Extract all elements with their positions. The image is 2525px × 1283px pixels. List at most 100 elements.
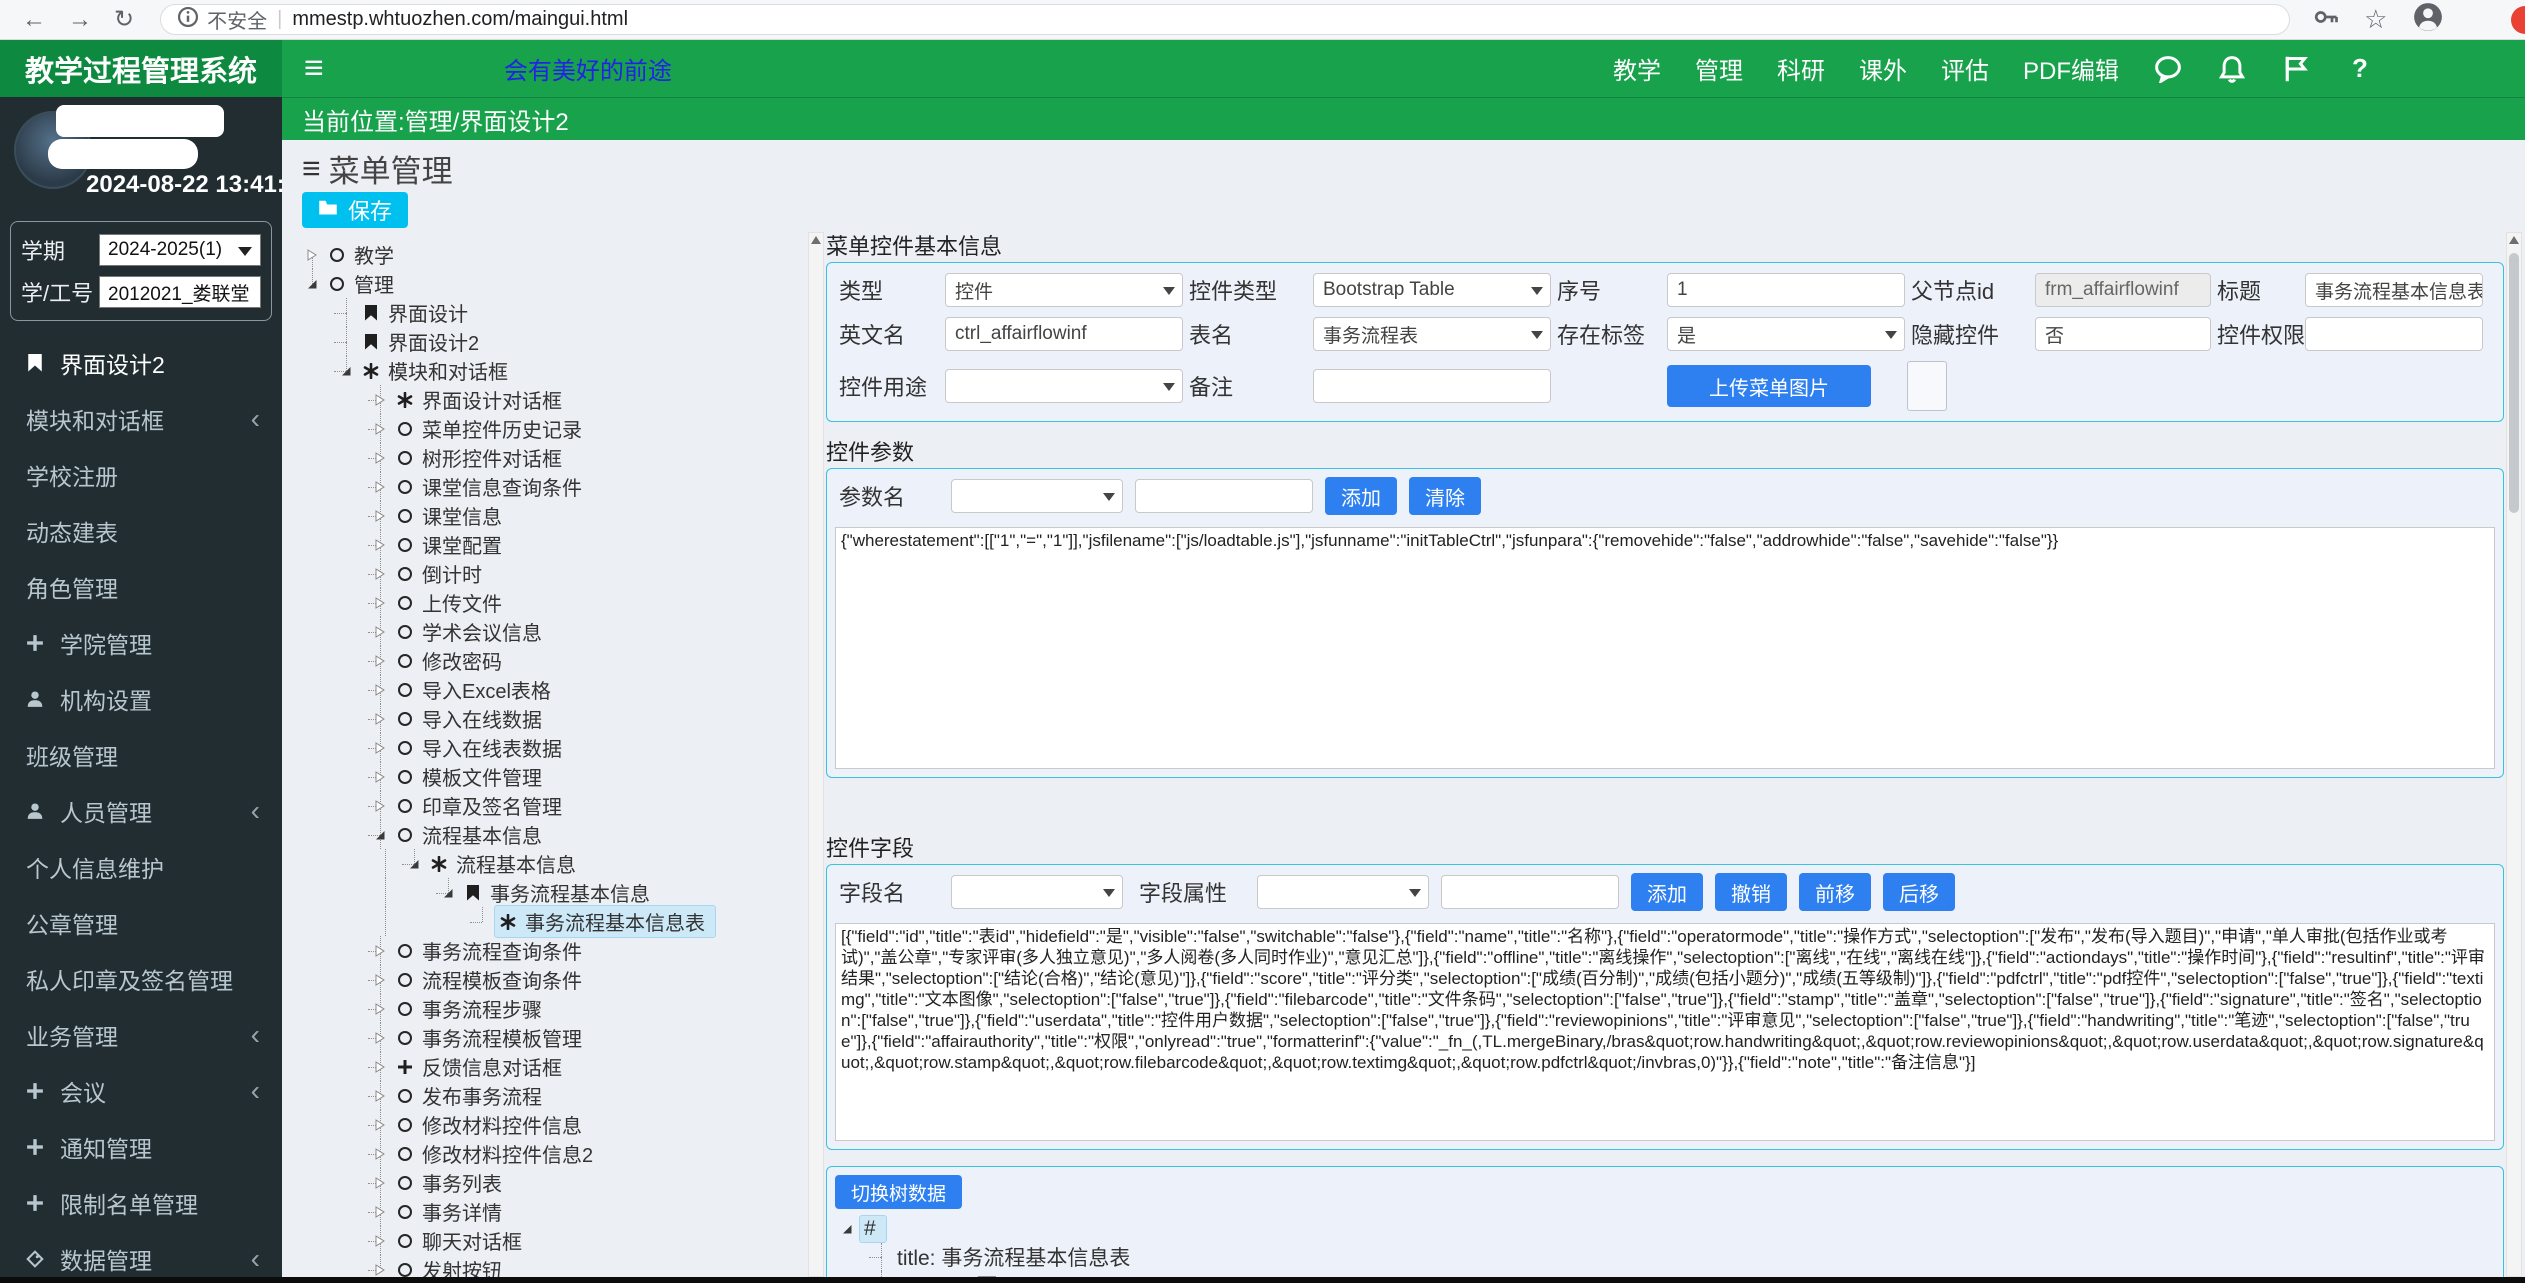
tree-node[interactable]: 修改材料控件信息 [300,1110,808,1139]
sidebar-item-界面设计2[interactable]: 界面设计2 [0,335,282,391]
expand-icon[interactable] [368,675,392,704]
tree-node[interactable]: 聊天对话框 [300,1226,808,1255]
sidebar-item-机构设置[interactable]: 机构设置 [0,671,282,727]
tree-node[interactable]: 事务列表 [300,1168,808,1197]
tree-node[interactable]: title: 事务流程基本信息表 [835,1243,2495,1271]
sidebar-item-角色管理[interactable]: 角色管理 [0,559,282,615]
save-button[interactable]: 保存 [302,192,408,228]
input-序号[interactable]: 1 [1667,273,1905,307]
expand-icon[interactable] [368,1139,392,1168]
scroll-up-icon[interactable] [811,236,821,244]
tree-node[interactable]: 教学 [300,240,808,269]
upload-menu-image-button[interactable]: 上传菜单图片 [1667,365,1871,407]
input-父节点id[interactable]: frm_affairflowinf [2035,273,2211,307]
bookmark-star-icon[interactable]: ☆ [2364,4,2387,35]
help-icon[interactable]: ? [2345,54,2375,84]
info-icon[interactable] [177,6,199,33]
sidebar-item-限制名单管理[interactable]: 限制名单管理 [0,1175,282,1231]
select-控件类型[interactable]: Bootstrap Table [1313,273,1551,307]
tree-node-inner[interactable]: 发射按钮 [392,1254,510,1277]
field-value-input[interactable] [1441,875,1619,909]
tree-node-inner[interactable]: 事务流程基本信息 [460,877,658,908]
后移-button[interactable]: 后移 [1883,873,1955,911]
sidebar-item-学校注册[interactable]: 学校注册 [0,447,282,503]
前移-button[interactable]: 前移 [1799,873,1871,911]
tree-node[interactable]: 倒计时 [300,559,808,588]
tree-node-selected[interactable]: 事务流程基本信息表 [494,905,716,938]
tree-node[interactable]: 管理 [300,269,808,298]
tree-node[interactable]: 事务流程查询条件 [300,936,808,965]
expand-icon[interactable] [368,588,392,617]
tree-node[interactable]: 导入在线表数据 [300,733,808,762]
param-name-select[interactable] [951,479,1123,513]
collapse-icon[interactable] [402,849,426,878]
tree-node[interactable]: 事务流程基本信息 [300,878,808,907]
tree-node-inner[interactable]: 课堂信息查询条件 [392,471,590,502]
expand-icon[interactable] [368,791,392,820]
expand-icon[interactable] [368,1081,392,1110]
expand-icon[interactable] [368,443,392,472]
expand-icon[interactable] [368,1110,392,1139]
tree-node[interactable]: 修改材料控件信息2 [300,1139,808,1168]
tree-node[interactable]: 印章及签名管理 [300,791,808,820]
tree-node-inner[interactable]: 教学 [324,240,402,270]
user-id-input[interactable]: 2012021_娄联堂 [99,276,261,308]
sidebar-toggle-icon[interactable]: ≡ [304,49,324,88]
nav-item-课外[interactable]: 课外 [1859,51,1907,86]
tree-node-inner[interactable]: 课堂配置 [392,529,510,560]
nav-item-评估[interactable]: 评估 [1941,51,1989,86]
添加-button[interactable]: 添加 [1631,873,1703,911]
tree-node-inner[interactable]: 流程基本信息 [426,848,584,879]
tree-node[interactable]: 导入在线数据 [300,704,808,733]
term-select[interactable]: 2024-2025(1) [99,234,261,266]
tree-node-inner[interactable]: 流程模板查询条件 [392,964,590,995]
nav-item-管理[interactable]: 管理 [1695,51,1743,86]
tree-node[interactable]: 课堂信息 [300,501,808,530]
tree-node-selected[interactable]: # [859,1215,887,1243]
sidebar-item-班级管理[interactable]: 班级管理 [0,727,282,783]
collapse-icon[interactable] [300,269,324,298]
expand-icon[interactable] [368,936,392,965]
expand-icon[interactable] [368,530,392,559]
tree-node-inner[interactable]: 界面设计 [358,297,476,328]
scroll-up-icon[interactable] [2509,236,2519,244]
tree-node-inner[interactable]: 印章及签名管理 [392,790,570,821]
sidebar-item-私人印章及签名管理[interactable]: 私人印章及签名管理 [0,951,282,1007]
param-value-input[interactable] [1135,479,1313,513]
tree-node-inner[interactable]: 管理 [324,268,402,299]
expand-icon[interactable] [368,646,392,675]
expand-icon[interactable] [300,240,324,269]
forward-icon[interactable]: → [68,8,92,32]
tree-node[interactable]: 事务详情 [300,1197,808,1226]
tree-node-inner[interactable]: 界面设计对话框 [392,384,570,415]
param-json-textarea[interactable]: {"wherestatement":[["1","=","1"]],"jsfil… [835,527,2495,769]
expand-icon[interactable] [368,762,392,791]
tree-node[interactable]: 反馈信息对话框 [300,1052,808,1081]
tree-node[interactable]: 界面设计2 [300,327,808,356]
address-bar[interactable]: 不安全 | mmestp.whtuozhen.com/maingui.html [160,4,2290,35]
select-存在标签[interactable]: 是 [1667,317,1905,351]
tree-node-inner[interactable]: 导入在线数据 [392,703,550,734]
tree-node-inner[interactable]: 事务流程步骤 [392,993,550,1024]
expand-icon[interactable] [368,965,392,994]
sidebar-item-通知管理[interactable]: 通知管理 [0,1119,282,1175]
sidebar-item-业务管理[interactable]: 业务管理‹ [0,1007,282,1063]
tree-node[interactable]: 流程模板查询条件 [300,965,808,994]
tree-node[interactable]: 课堂配置 [300,530,808,559]
sidebar-item-公章管理[interactable]: 公章管理 [0,895,282,951]
sidebar-item-人员管理[interactable]: 人员管理‹ [0,783,282,839]
tree-node-inner[interactable]: 修改材料控件信息 [392,1109,590,1140]
tree-node-inner[interactable]: 发布事务流程 [392,1080,550,1111]
添加-button[interactable]: 添加 [1325,477,1397,515]
tree-node-inner[interactable]: 倒计时 [392,558,490,589]
sidebar-item-个人信息维护[interactable]: 个人信息维护 [0,839,282,895]
input-标题[interactable]: 事务流程基本信息表 [2305,273,2483,307]
input-隐藏控件[interactable]: 否 [2035,317,2211,351]
tree-node[interactable]: 树形控件对话框 [300,443,808,472]
key-icon[interactable] [2314,5,2338,34]
select-控件用途[interactable] [945,369,1183,403]
reload-icon[interactable]: ↻ [114,8,134,32]
tree-node-inner[interactable]: 修改密码 [392,645,510,676]
input-控件权限[interactable] [2305,317,2483,351]
expand-icon[interactable] [368,1226,392,1255]
